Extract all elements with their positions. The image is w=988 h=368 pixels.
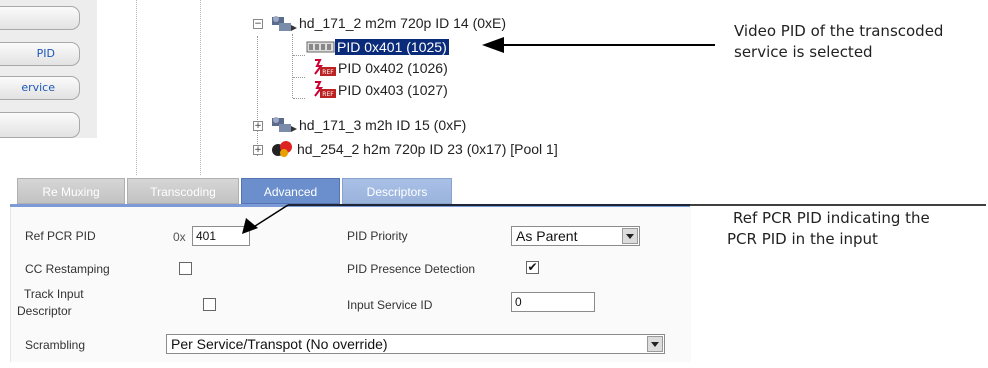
tree-item-label: hd_171_3 m2h ID 15 (0xF) <box>299 117 467 133</box>
svg-text:REF: REF <box>322 91 334 98</box>
tree-item-pid-0x401[interactable]: PID 0x401 (1025) <box>335 38 449 56</box>
tab-transcoding[interactable]: Transcoding <box>127 178 239 204</box>
chevron-down-icon[interactable] <box>647 336 663 352</box>
nav-button-1[interactable] <box>0 6 80 30</box>
collapse-toggle[interactable]: − <box>253 19 263 29</box>
cc-restamping-label: CC Restamping <box>25 262 110 276</box>
tree-line <box>257 36 258 156</box>
tree-line <box>292 34 293 98</box>
tree-item-label: PID 0x401 (1025) <box>335 39 449 55</box>
expand-toggle[interactable]: + <box>253 121 263 131</box>
track-input-label: Track Input <box>24 287 84 302</box>
scrambling-select[interactable]: Per Service/Transpot (No override) <box>166 334 665 354</box>
ref-pid-icon: REF <box>314 59 336 76</box>
scrambling-value: Per Service/Transpot (No override) <box>171 336 388 352</box>
pool-service-icon <box>272 141 292 157</box>
pane-divider <box>200 0 201 175</box>
tree-item-label: PID 0x402 (1026) <box>338 60 448 76</box>
transcoded-service-icon <box>272 117 297 132</box>
annotation-line: PCR PID in the input <box>727 230 878 248</box>
track-input-checkbox[interactable] <box>203 298 216 311</box>
input-service-id-input[interactable]: 0 <box>511 292 595 312</box>
input-service-id-label: Input Service ID <box>347 298 433 312</box>
ref-pcr-pid-label: Ref PCR PID <box>25 229 96 243</box>
video-pid-annotation: Video PID of the transcoded service is s… <box>734 21 943 63</box>
svg-text:REF: REF <box>322 69 334 76</box>
ref-pid-icon: REF <box>314 81 336 98</box>
annotation-line: Ref PCR PID indicating the <box>733 209 930 227</box>
track-input-label-line1: Track Input <box>24 287 84 301</box>
tree-line <box>293 77 305 78</box>
tree-item-pid-0x402[interactable]: PID 0x402 (1026) <box>338 59 448 77</box>
annotation-line: Video PID of the transcoded <box>734 22 944 40</box>
transcoded-service-icon <box>272 16 297 31</box>
nav-button-4[interactable] <box>0 112 80 138</box>
tree-item-label: hd_254_2 h2m 720p ID 23 (0x17) [Pool 1] <box>297 141 558 157</box>
tree-item-label: hd_171_2 m2m 720p ID 14 (0xE) <box>299 15 507 31</box>
tree-item-service-23[interactable]: hd_254_2 h2m 720p ID 23 (0x17) [Pool 1] <box>297 140 558 158</box>
tab-re-muxing[interactable]: Re Muxing <box>17 178 125 204</box>
left-nav-panel: PID ervice <box>0 0 97 138</box>
tree-item-pid-0x403[interactable]: PID 0x403 (1027) <box>338 81 448 99</box>
pid-presence-label: PID Presence Detection <box>347 262 476 276</box>
tree-item-service-14[interactable]: hd_171_2 m2m 720p ID 14 (0xE) <box>299 14 506 32</box>
hex-prefix: 0x <box>173 230 186 244</box>
expand-toggle[interactable]: + <box>253 145 263 155</box>
tree-item-service-15[interactable]: hd_171_3 m2h ID 15 (0xF) <box>299 116 466 134</box>
annotation-line: service is selected <box>734 43 873 61</box>
nav-button-pid[interactable]: PID <box>0 42 80 66</box>
ref-pcr-annotation: Ref PCR PID indicating the PCR PID in th… <box>727 208 930 250</box>
video-pid-icon <box>306 41 335 53</box>
tree-line <box>293 98 305 99</box>
pane-divider <box>136 0 137 175</box>
tree-line <box>293 55 305 56</box>
cc-restamping-checkbox[interactable] <box>179 262 192 275</box>
track-input-label-line2: Descriptor <box>17 304 72 318</box>
scrambling-label: Scrambling <box>25 338 86 352</box>
video-pid-arrow <box>482 37 715 53</box>
tree-item-label: PID 0x403 (1027) <box>338 82 448 98</box>
pid-presence-checkbox[interactable]: ✔ <box>526 261 539 274</box>
nav-button-service[interactable]: ervice <box>0 76 80 100</box>
